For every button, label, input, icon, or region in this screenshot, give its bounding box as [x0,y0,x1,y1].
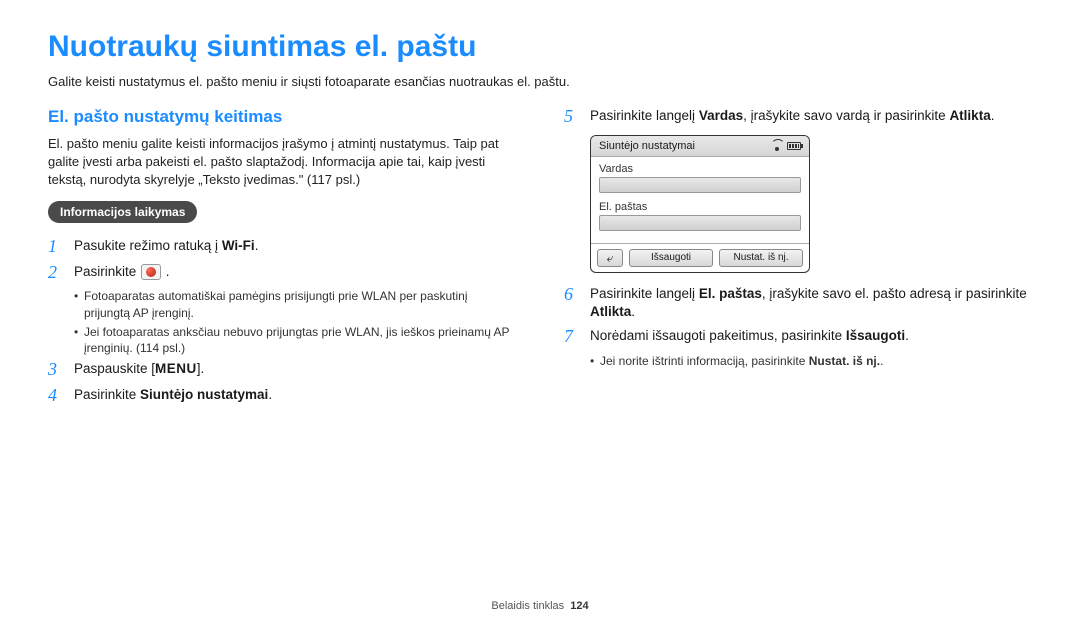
page-footer: Belaidis tinklas 124 [0,600,1080,612]
step-2-bullets: Fotoaparatas automatiškai pamėgins prisi… [74,288,516,356]
bold-text: Atlikta [590,304,631,319]
bold-text: Išsaugoti [846,328,905,343]
info-pill: Informacijos laikymas [48,201,197,223]
battery-icon [787,142,801,150]
step-text: Pasirinkite [74,387,140,402]
step-4: 4 Pasirinkite Siuntėjo nustatymai. [48,386,516,406]
section-heading: El. pašto nustatymų keitimas [48,107,516,127]
device-field-label-name: Vardas [599,163,801,175]
device-save-button[interactable]: Išsaugoti [629,249,713,267]
wifi-label: Wi-Fi [222,238,255,253]
step-number: 6 [564,285,580,305]
device-reset-button[interactable]: Nustat. iš nj. [719,249,803,267]
device-body: Vardas El. paštas [591,157,809,243]
step-body: Pasirinkite langelį El. paštas, įrašykit… [590,285,1032,321]
section-description: El. pašto meniu galite keisti informacij… [48,135,516,189]
bullet-item: Jei norite ištrinti informaciją, pasirin… [590,353,1032,369]
step-number: 3 [48,360,64,380]
step-number: 1 [48,237,64,257]
step-7-bullets: Jei norite ištrinti informaciją, pasirin… [590,353,1032,369]
intro-text: Galite keisti nustatymus el. pašto meniu… [48,74,1032,89]
bold-text: Atlikta [949,108,990,123]
bullet-item: Fotoaparatas automatiškai pamėgins prisi… [74,288,516,320]
step-body: Pasirinkite . [74,263,516,281]
footer-section: Belaidis tinklas [491,600,564,612]
step-text: Pasirinkite [74,264,140,279]
step-text: ]. [197,361,205,376]
step-body: Pasukite režimo ratuką į Wi-Fi. [74,237,516,255]
bold-text: Nustat. iš nj. [809,354,880,368]
step-text: Pasirinkite langelį [590,108,699,123]
step-text: , įrašykite savo vardą ir pasirinkite [743,108,949,123]
bullet-text: Jei norite ištrinti informaciją, pasirin… [600,354,809,368]
step-number: 5 [564,107,580,127]
step-6: 6 Pasirinkite langelį El. paštas, įrašyk… [564,285,1032,321]
step-2: 2 Pasirinkite . [48,263,516,283]
step-number: 2 [48,263,64,283]
back-arrow-icon: ⤶ [607,252,614,264]
step-body: Norėdami išsaugoti pakeitimus, pasirinki… [590,327,1032,345]
device-field-label-email: El. paštas [599,201,801,213]
step-number: 4 [48,386,64,406]
bold-text: El. paštas [699,286,762,301]
device-name-input[interactable] [599,177,801,193]
left-column: El. pašto nustatymų keitimas El. pašto m… [48,107,516,412]
device-back-button[interactable]: ⤶ [597,249,623,267]
step-body: Pasirinkite Siuntėjo nustatymai. [74,386,516,404]
device-titlebar: Siuntėjo nustatymai [591,136,809,157]
device-footer: ⤶ Išsaugoti Nustat. iš nj. [591,243,809,272]
device-title-text: Siuntėjo nustatymai [599,140,695,152]
bullet-item: Jei fotoaparatas anksčiau nebuvo prijung… [74,324,516,356]
email-icon [141,264,161,280]
page-title: Nuotraukų siuntimas el. paštu [48,30,1032,64]
step-7: 7 Norėdami išsaugoti pakeitimus, pasirin… [564,327,1032,347]
right-column: 5 Pasirinkite langelį Vardas, įrašykite … [564,107,1032,412]
wifi-icon [771,141,783,151]
step-text: , įrašykite savo el. pašto adresą ir pas… [762,286,1027,301]
device-screenshot: Siuntėjo nustatymai Vardas El. paštas ⤶ … [590,135,810,273]
device-email-input[interactable] [599,215,801,231]
step-body: Pasirinkite langelį Vardas, įrašykite sa… [590,107,1032,125]
step-1: 1 Pasukite režimo ratuką į Wi-Fi. [48,237,516,257]
step-text: Norėdami išsaugoti pakeitimus, pasirinki… [590,328,846,343]
device-status-icons [771,141,801,151]
step-text: Paspauskite [ [74,361,155,376]
footer-page-number: 124 [570,600,588,612]
two-column-layout: El. pašto nustatymų keitimas El. pašto m… [48,107,1032,412]
step-text: Pasukite režimo ratuką į [74,238,222,253]
step-text: Pasirinkite langelį [590,286,699,301]
step-number: 7 [564,327,580,347]
step-body: Paspauskite [MENU]. [74,360,516,378]
bold-text: Siuntėjo nustatymai [140,387,268,402]
bold-text: Vardas [699,108,743,123]
menu-button-label: MENU [155,361,197,376]
step-3: 3 Paspauskite [MENU]. [48,360,516,380]
step-5: 5 Pasirinkite langelį Vardas, įrašykite … [564,107,1032,127]
